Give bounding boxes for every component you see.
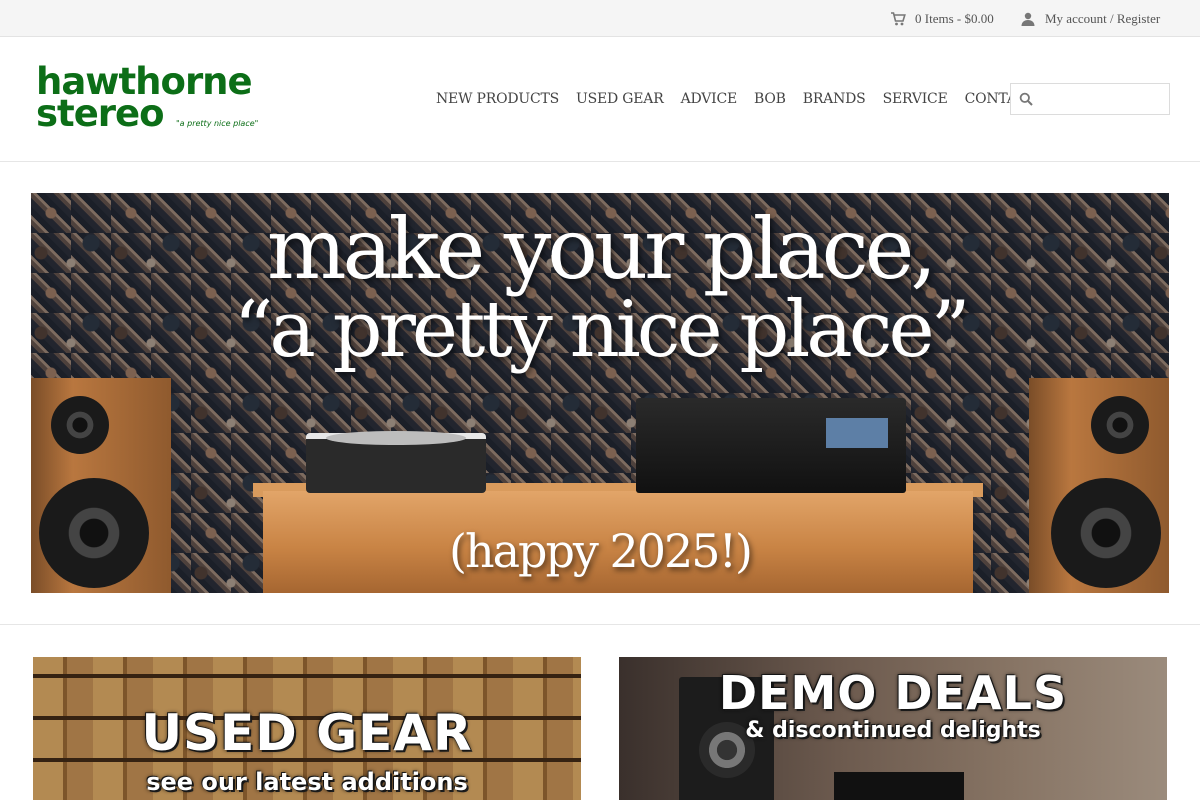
main-navigation: NEW PRODUCTS USED GEAR ADVICE BOB BRANDS… bbox=[436, 74, 1037, 124]
cart-link[interactable]: 0 Items - $0.00 bbox=[890, 0, 994, 37]
section-divider bbox=[0, 624, 1200, 625]
nav-item-bob[interactable]: BOB bbox=[754, 91, 786, 107]
search-box bbox=[1010, 83, 1170, 115]
used-gear-tile[interactable]: USED GEAR see our latest additions bbox=[33, 657, 581, 800]
account-link[interactable]: My account / Register bbox=[1020, 0, 1160, 37]
cart-icon bbox=[891, 11, 906, 25]
search-icon[interactable] bbox=[1019, 92, 1033, 106]
user-icon bbox=[1021, 12, 1035, 26]
hero-headline-2: “a pretty nice place” bbox=[233, 285, 970, 375]
search-input[interactable] bbox=[1039, 87, 1165, 111]
used-gear-subtitle: see our latest additions bbox=[146, 768, 468, 796]
nav-item-service[interactable]: SERVICE bbox=[883, 91, 948, 107]
demo-deals-title: DEMO DEALS bbox=[718, 666, 1068, 720]
site-header: hawthorne stereo "a pretty nice place" N… bbox=[0, 37, 1200, 162]
hero-headline-1: make your place, bbox=[266, 200, 937, 298]
nav-item-brands[interactable]: BRANDS bbox=[803, 91, 866, 107]
demo-player bbox=[834, 772, 964, 800]
demo-deals-subtitle: & discontinued delights bbox=[745, 718, 1041, 743]
account-label: My account / Register bbox=[1045, 10, 1161, 26]
top-utility-bar: 0 Items - $0.00 My account / Register bbox=[0, 0, 1200, 37]
hero-turntable-platter bbox=[326, 431, 466, 445]
used-gear-title: USED GEAR bbox=[141, 704, 473, 762]
nav-item-used-gear[interactable]: USED GEAR bbox=[576, 91, 664, 107]
site-logo[interactable]: hawthorne stereo "a pretty nice place" bbox=[36, 63, 276, 134]
cart-summary: 0 Items - $0.00 bbox=[915, 10, 994, 26]
hero-amplifier bbox=[636, 398, 906, 493]
hero-subline: (happy 2025!) bbox=[449, 524, 753, 578]
hero-banner[interactable]: make your place, “a pretty nice place” (… bbox=[31, 193, 1169, 593]
nav-item-advice[interactable]: ADVICE bbox=[681, 91, 738, 107]
demo-deals-tile[interactable]: DEMO DEALS & discontinued delights bbox=[619, 657, 1167, 800]
hero-amplifier-screen bbox=[826, 418, 888, 448]
nav-item-new-products[interactable]: NEW PRODUCTS bbox=[436, 91, 559, 107]
logo-tagline: "a pretty nice place" bbox=[176, 119, 259, 128]
